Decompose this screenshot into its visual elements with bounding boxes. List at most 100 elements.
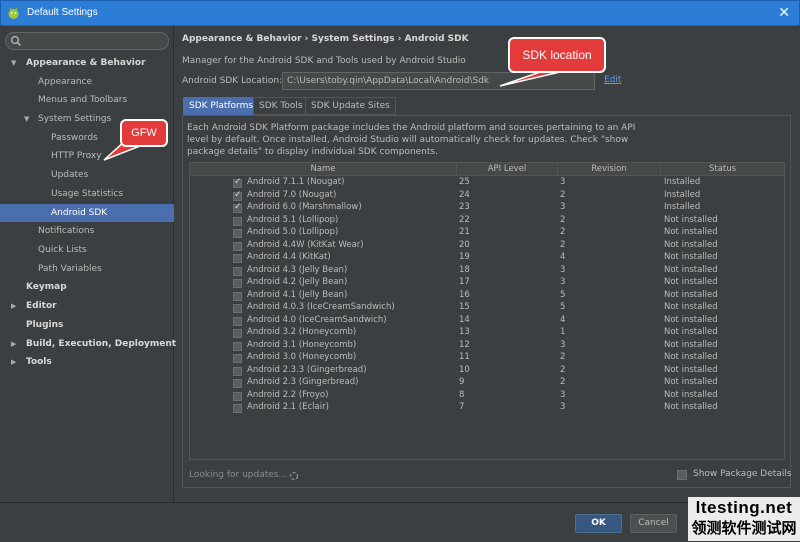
column-header-api-level[interactable]: API Level (457, 163, 558, 176)
table-row[interactable]: Android 4.3 (Jelly Bean) 18 3 Not installed (190, 265, 784, 278)
install-status: Not installed (664, 302, 718, 312)
row-checkbox[interactable] (233, 404, 242, 413)
show-package-details-checkbox[interactable] (677, 470, 687, 480)
sidebar-item-editor[interactable]: ▶ Editor (0, 297, 174, 315)
sdk-platforms-info: Each Android SDK Platform package includ… (187, 123, 636, 157)
sdk-location-field[interactable]: C:\Users\toby.qin\AppData\Local\Android\… (282, 72, 595, 90)
row-checkbox[interactable] (233, 177, 242, 188)
chevron-right-icon[interactable]: ▶ (11, 297, 16, 315)
sidebar-item-keymap[interactable]: Keymap (0, 278, 174, 296)
revision: 2 (560, 239, 566, 250)
table-row[interactable]: Android 3.1 (Honeycomb) 12 3 Not installed (190, 340, 784, 353)
table-row[interactable]: Android 4.4 (KitKat) 19 4 Not installed (190, 252, 784, 265)
sidebar-item-http-proxy[interactable]: HTTP Proxy (0, 147, 174, 165)
table-row[interactable]: Android 7.0 (Nougat) 24 2 Installed (190, 190, 784, 203)
table-row[interactable]: Android 7.1.1 (Nougat) 25 3 Installed (190, 177, 784, 190)
revision: 4 (560, 314, 566, 325)
row-checkbox[interactable] (233, 354, 242, 363)
package-name: Android 4.2 (Jelly Bean) (247, 277, 348, 287)
table-row[interactable]: Android 2.3.3 (Gingerbread) 10 2 Not instal… (190, 365, 784, 378)
sidebar-item-updates[interactable]: Updates (0, 166, 174, 184)
package-name: Android 4.1 (Jelly Bean) (247, 289, 348, 300)
row-checkbox[interactable] (233, 379, 242, 388)
chevron-right-icon[interactable]: ▶ (11, 335, 16, 353)
chevron-down-icon[interactable]: ▼ (24, 110, 29, 128)
package-name: Android 5.1 (Lollipop) (247, 214, 339, 225)
table-row[interactable]: Android 2.3 (Gingerbread) 9 2 Not installed (190, 377, 784, 390)
sidebar-item-label: Path Variables (38, 264, 102, 274)
api-level: 11 (459, 352, 470, 362)
install-status: Not installed (664, 314, 718, 325)
install-status: Not installed (664, 352, 718, 362)
sidebar-item-plugins[interactable]: Plugins (0, 316, 174, 334)
chevron-down-icon[interactable]: ▼ (11, 54, 16, 72)
table-row[interactable]: Android 5.0 (Lollipop) 21 2 Not installed (190, 227, 784, 240)
table-row[interactable]: Android 5.1 (Lollipop) 22 2 Not installed (190, 215, 784, 228)
sidebar-item-path-variables[interactable]: Path Variables (0, 260, 174, 278)
sidebar-item-appearance[interactable]: Appearance (0, 73, 174, 91)
sidebar-item-label: Appearance & Behavior (26, 58, 146, 68)
sidebar-item-build-execution-deployment[interactable]: ▶ Build, Execution, Deployment (0, 335, 177, 353)
revision: 3 (560, 339, 566, 350)
row-checkbox[interactable] (233, 241, 242, 251)
row-checkbox[interactable] (233, 266, 242, 276)
sidebar-item-appearance-behavior[interactable]: ▼ Appearance & Behavior (0, 54, 174, 72)
table-row[interactable]: Android 4.1 (Jelly Bean) 16 5 Not installed (190, 290, 784, 303)
table-row[interactable]: Android 2.1 (Eclair) 7 3 Not installed (190, 402, 784, 415)
table-row[interactable]: Android 4.4W (KitKat Wear) 20 2 Not install… (190, 240, 784, 253)
row-checkbox[interactable] (233, 341, 242, 351)
api-level: 22 (459, 214, 470, 225)
install-status: Not installed (664, 364, 718, 375)
table-row[interactable]: Android 4.0.3 (IceCreamSandwich) 15 5 Not i… (190, 302, 784, 315)
tab-sdk-platforms[interactable]: SDK Platforms (183, 97, 260, 115)
cancel-button[interactable]: Cancel (630, 514, 677, 533)
table-row[interactable]: Android 3.0 (Honeycomb) 11 2 Not installed (190, 352, 784, 365)
row-checkbox[interactable] (233, 254, 242, 263)
column-header-revision[interactable]: Revision (558, 163, 661, 176)
row-checkbox[interactable] (233, 304, 242, 313)
row-checkbox[interactable] (233, 202, 242, 213)
install-status: Installed (664, 189, 701, 200)
row-checkbox[interactable] (233, 291, 242, 301)
sidebar-item-label: Plugins (26, 320, 64, 330)
row-checkbox[interactable] (233, 391, 242, 401)
row-checkbox[interactable] (233, 229, 242, 238)
sidebar-item-label: Notifications (38, 226, 95, 236)
close-icon[interactable]: ✕ (778, 5, 790, 21)
table-row[interactable]: Android 4.2 (Jelly Bean) 17 3 Not installed (190, 277, 784, 290)
search-input[interactable] (5, 32, 169, 50)
package-name: Android 4.4 (KitKat) (247, 252, 331, 262)
api-level: 20 (459, 239, 470, 250)
chevron-right-icon[interactable]: ▶ (11, 353, 16, 371)
sidebar-item-usage-statistics[interactable]: Usage Statistics (0, 185, 174, 203)
row-checkbox[interactable] (233, 366, 242, 376)
table-row[interactable]: Android 4.0 (IceCreamSandwich) 14 4 Not ins… (190, 315, 784, 328)
row-checkbox[interactable] (233, 216, 242, 226)
row-checkbox[interactable] (233, 329, 242, 338)
ok-button[interactable]: OK (575, 514, 622, 533)
column-header-status[interactable]: Status (661, 163, 784, 176)
row-checkbox[interactable] (233, 316, 242, 326)
table-row[interactable]: Android 2.2 (Froyo) 8 3 Not installed (190, 390, 784, 403)
sidebar-item-label: Editor (26, 301, 57, 311)
api-level: 18 (459, 264, 470, 275)
table-row[interactable]: Android 6.0 (Marshmallow) 23 3 Installed (190, 202, 784, 215)
tab-sdk-tools[interactable]: SDK Tools (253, 97, 309, 115)
package-name: Android 4.0.3 (IceCreamSandwich) (247, 302, 395, 312)
sidebar-item-quick-lists[interactable]: Quick Lists (0, 241, 174, 259)
settings-sidebar: ▼ Appearance & Behavior Appearance Menus… (0, 26, 177, 502)
sidebar-item-label: Build, Execution, Deployment (26, 339, 177, 349)
sidebar-item-tools[interactable]: ▶ Tools (0, 353, 174, 371)
sidebar-item-android-sdk[interactable]: Android SDK (0, 204, 174, 222)
tab-sdk-update-sites[interactable]: SDK Update Sites (305, 97, 396, 115)
gfw-callout: GFW (120, 119, 168, 147)
package-name: Android 2.2 (Froyo) (247, 389, 329, 400)
row-checkbox[interactable] (233, 190, 242, 201)
row-checkbox[interactable] (233, 279, 242, 288)
sidebar-item-notifications[interactable]: Notifications (0, 222, 174, 240)
column-header-name[interactable]: Name (190, 163, 457, 176)
table-row[interactable]: Android 3.2 (Honeycomb) 13 1 Not installed (190, 327, 784, 340)
sidebar-item-label: Usage Statistics (51, 189, 124, 199)
sidebar-item-menus-toolbars[interactable]: Menus and Toolbars (0, 91, 174, 109)
edit-sdk-location-link[interactable]: Edit (604, 75, 621, 85)
